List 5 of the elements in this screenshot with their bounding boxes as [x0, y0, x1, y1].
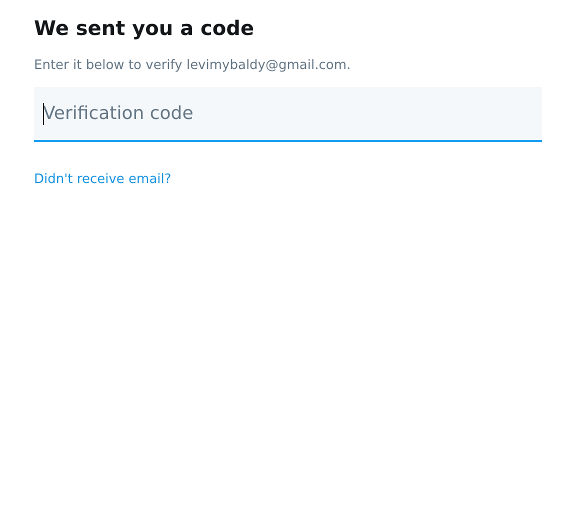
instruction-text: Enter it below to verify levimybaldy@gmail.com.: [34, 58, 351, 73]
heading: We sent you a code: [34, 15, 254, 42]
resend-email-link[interactable]: Didn't receive email?: [34, 172, 172, 187]
text-cursor: [43, 103, 44, 125]
verification-code-field[interactable]: Verification code: [34, 87, 542, 142]
